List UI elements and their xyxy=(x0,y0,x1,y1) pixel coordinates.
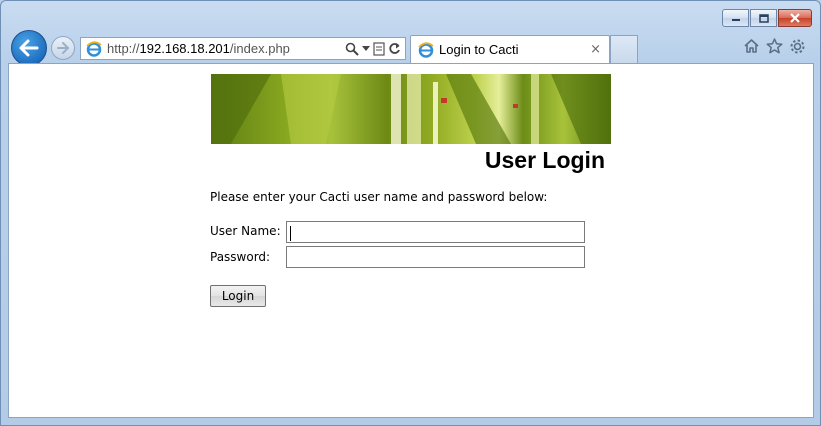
text-caret xyxy=(290,226,291,241)
forward-button[interactable] xyxy=(51,36,75,60)
browser-window: http://192.168.18.201/index.php Login to… xyxy=(0,0,821,426)
tab-close-icon[interactable]: × xyxy=(590,42,601,57)
refresh-icon[interactable] xyxy=(388,42,401,55)
intro-text: Please enter your Cacti user name and pa… xyxy=(210,190,548,204)
password-input[interactable] xyxy=(286,246,585,268)
maximize-icon xyxy=(758,13,769,23)
browser-toolbar xyxy=(737,38,806,55)
forward-arrow-icon xyxy=(57,42,70,54)
password-label: Password: xyxy=(210,250,271,264)
minimize-icon xyxy=(731,19,740,21)
address-bar[interactable]: http://192.168.18.201/index.php xyxy=(80,37,406,60)
username-input[interactable] xyxy=(286,221,585,243)
new-tab-button[interactable] xyxy=(610,35,638,63)
back-arrow-icon xyxy=(19,39,39,57)
tab-login-to-cacti[interactable]: Login to Cacti × xyxy=(410,35,610,63)
search-icon[interactable] xyxy=(345,42,359,56)
login-button[interactable]: Login xyxy=(210,285,266,307)
url-text[interactable]: http://192.168.18.201/index.php xyxy=(107,41,290,56)
page-title: User Login xyxy=(484,147,605,173)
compatibility-icon[interactable] xyxy=(373,41,385,56)
minimize-button[interactable] xyxy=(722,9,749,27)
tab-title: Login to Cacti xyxy=(439,42,519,57)
close-window-button[interactable] xyxy=(778,9,812,27)
close-icon xyxy=(790,13,800,23)
username-label: User Name: xyxy=(210,224,281,238)
back-button[interactable] xyxy=(11,30,47,66)
page-content: User Login Please enter your Cacti user … xyxy=(8,63,814,418)
address-tools xyxy=(342,41,405,56)
home-icon[interactable] xyxy=(743,38,760,55)
favorites-star-icon[interactable] xyxy=(766,38,783,55)
dropdown-icon[interactable] xyxy=(362,45,370,52)
maximize-button[interactable] xyxy=(750,9,777,27)
cacti-banner-image xyxy=(211,74,611,144)
ie-icon xyxy=(86,40,102,57)
tools-gear-icon[interactable] xyxy=(789,38,806,55)
ie-icon xyxy=(418,41,434,58)
caption-buttons xyxy=(721,9,812,27)
